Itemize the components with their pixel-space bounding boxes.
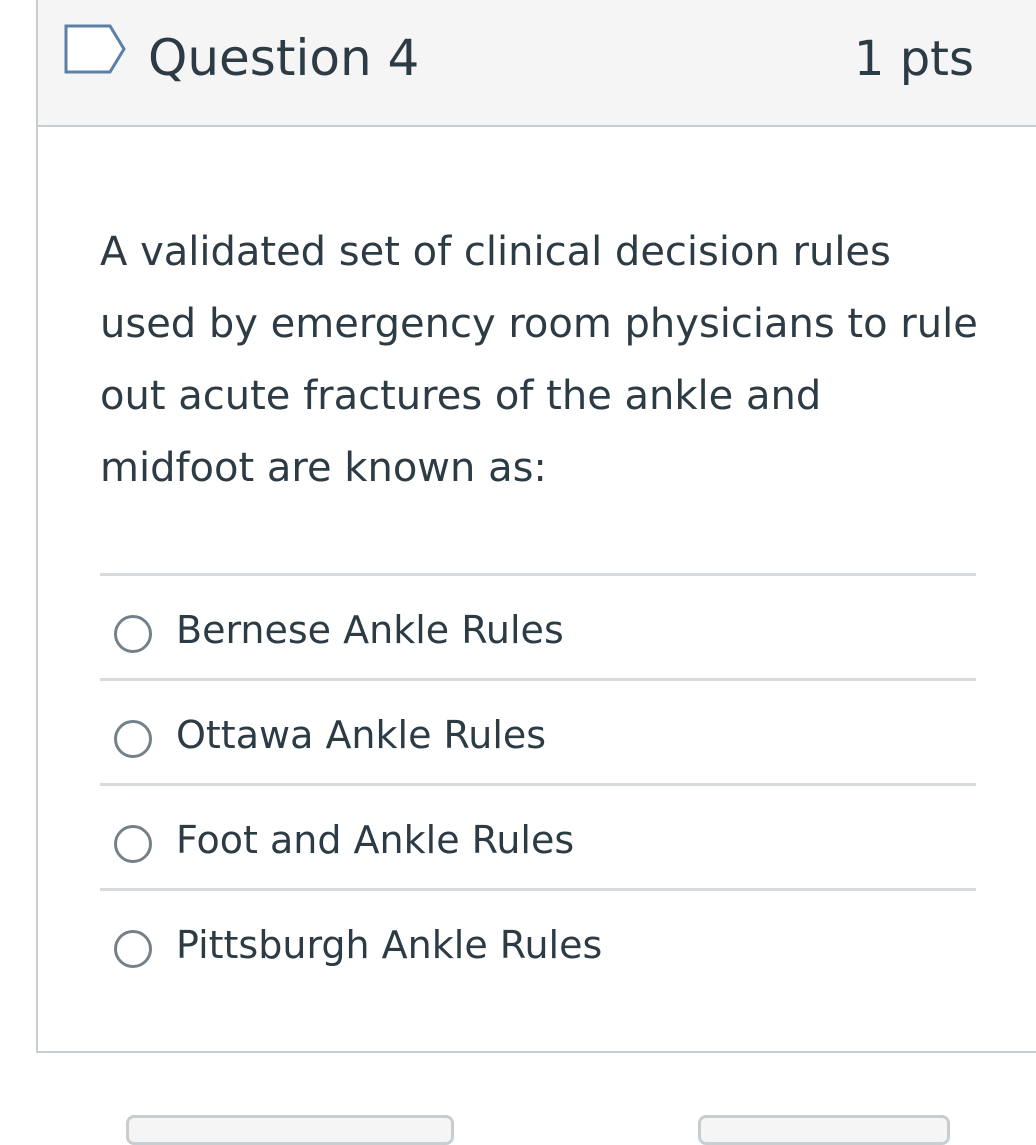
question-header: Question 4 1 pts (38, 0, 1036, 127)
answer-option[interactable]: Pittsburgh Ankle Rules (100, 891, 976, 993)
radio-button[interactable] (114, 615, 152, 653)
previous-button[interactable] (126, 1115, 454, 1145)
answer-label[interactable]: Ottawa Ankle Rules (176, 711, 546, 759)
answer-label[interactable]: Foot and Ankle Rules (176, 816, 574, 864)
answer-label[interactable]: Pittsburgh Ankle Rules (176, 921, 602, 969)
question-title: Question 4 (148, 29, 420, 87)
radio-button[interactable] (114, 825, 152, 863)
answer-list: Bernese Ankle Rules Ottawa Ankle Rules F… (100, 573, 976, 993)
radio-button[interactable] (114, 930, 152, 968)
question-text: A validated set of clinical decision rul… (100, 229, 978, 491)
flag-icon[interactable] (64, 24, 126, 74)
question-points: 1 pts (853, 31, 974, 87)
answer-option[interactable]: Ottawa Ankle Rules (100, 681, 976, 786)
next-button[interactable] (698, 1115, 950, 1145)
answer-option[interactable]: Foot and Ankle Rules (100, 786, 976, 891)
radio-button[interactable] (114, 720, 152, 758)
answer-option[interactable]: Bernese Ankle Rules (100, 576, 976, 681)
answer-label[interactable]: Bernese Ankle Rules (176, 606, 564, 654)
question-card: Question 4 1 pts A validated set of clin… (36, 0, 1036, 1053)
